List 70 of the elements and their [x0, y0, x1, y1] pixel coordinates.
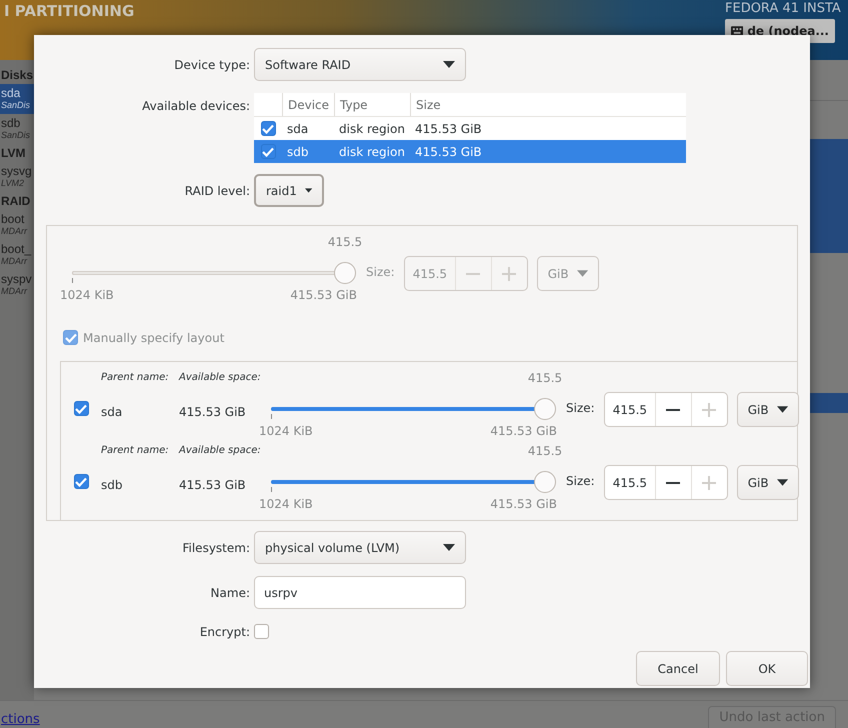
sidebar-heading: RAID [0, 193, 32, 210]
device-row[interactable]: sdb disk region 415.53 GiB [254, 140, 686, 163]
slider-max-label: 415.53 GiB [290, 288, 357, 302]
available-space: 415.53 GiB [179, 405, 247, 419]
sidebar-item[interactable]: sda SanDis [0, 84, 34, 114]
parent-name: sda [101, 405, 124, 419]
available-space: 415.53 GiB [179, 478, 247, 492]
column-header[interactable]: Type [334, 93, 410, 116]
sidebar-heading: Disks [0, 67, 34, 84]
column-caption: Parent name: [101, 445, 170, 456]
sidebar-item[interactable]: boot MDArr [0, 210, 34, 240]
column-caption: Available space: [179, 445, 262, 456]
dialog-button[interactable]: OK [726, 651, 808, 686]
checkbox[interactable] [254, 624, 269, 639]
field-label: Device type: [173, 58, 251, 72]
field-label: Available devices: [141, 99, 251, 113]
table-cell-text: sda [286, 122, 310, 136]
slider-min-label: 1024 KiB [60, 288, 114, 302]
column-caption: Parent name: [101, 372, 170, 383]
slider-max-label: 415.53 GiB [490, 497, 557, 511]
checkbox[interactable] [74, 401, 88, 416]
checkbox[interactable] [74, 474, 88, 489]
slider-max-label: 415.53 GiB [490, 424, 557, 438]
caret-icon [776, 479, 788, 486]
column-header[interactable]: Device [282, 93, 334, 116]
checkbox-label: Manually specify layout [83, 330, 224, 344]
sidebar-heading: LVM [0, 145, 26, 162]
table-cell-text: 415.53 GiB [414, 144, 483, 158]
field-label: Encrypt: [198, 624, 251, 638]
size-label: Size: [366, 265, 395, 279]
selected-row [810, 393, 848, 413]
column-header[interactable]: Size [410, 93, 686, 116]
table-cell-text: disk region [338, 144, 406, 158]
table-cell-text: 415.53 GiB [414, 122, 483, 136]
unit-dropdown[interactable]: GiB [736, 465, 799, 500]
slider-min-label: 1024 KiB [259, 497, 313, 511]
size-label: Size: [566, 401, 595, 415]
parent-name: sdb [101, 478, 124, 492]
slider-value: 415.5 [328, 235, 362, 249]
device-type-dropdown[interactable]: Software RAID [254, 48, 466, 81]
dialog-button[interactable]: Cancel [636, 651, 720, 686]
filesystem-dropdown[interactable]: physical volume (LVM) [254, 531, 466, 564]
field-label: Filesystem: [181, 540, 251, 554]
column-caption: Available space: [179, 372, 262, 383]
slider-value: 415.5 [528, 444, 562, 458]
device-row[interactable]: sda disk region 415.53 GiB [254, 117, 686, 140]
name-field[interactable]: usrpv [254, 576, 466, 609]
field-label: Name: [210, 586, 251, 600]
table-cell-text: disk region [338, 122, 406, 136]
sidebar-item[interactable]: syspv MDArr [0, 270, 34, 300]
table-cell-text: sdb [286, 144, 310, 158]
product-title: FEDORA 41 INSTA [725, 1, 842, 16]
slider-min-label: 1024 KiB [259, 424, 313, 438]
summary-link[interactable]: ctions [1, 712, 40, 727]
unit-dropdown[interactable]: GiB [736, 392, 799, 427]
slider-value: 415.5 [528, 371, 562, 385]
caret-icon [776, 406, 788, 413]
caret-icon [443, 544, 455, 551]
checkbox[interactable] [260, 144, 276, 159]
keyboard-icon [731, 26, 744, 36]
raid-level-dropdown[interactable]: raid1 [254, 174, 324, 207]
caret-icon [576, 270, 588, 277]
screen-title: I PARTITIONING [4, 2, 134, 22]
sidebar-item[interactable]: sdb SanDis [0, 114, 34, 144]
size-label: Size: [566, 474, 595, 488]
field-label: RAID level: [184, 184, 251, 198]
sidebar-item[interactable]: boot_ MDArr [0, 240, 34, 270]
checkbox[interactable] [260, 121, 276, 136]
sidebar-item[interactable]: sysvg LVM2 [0, 162, 34, 192]
caret-icon [304, 187, 312, 194]
